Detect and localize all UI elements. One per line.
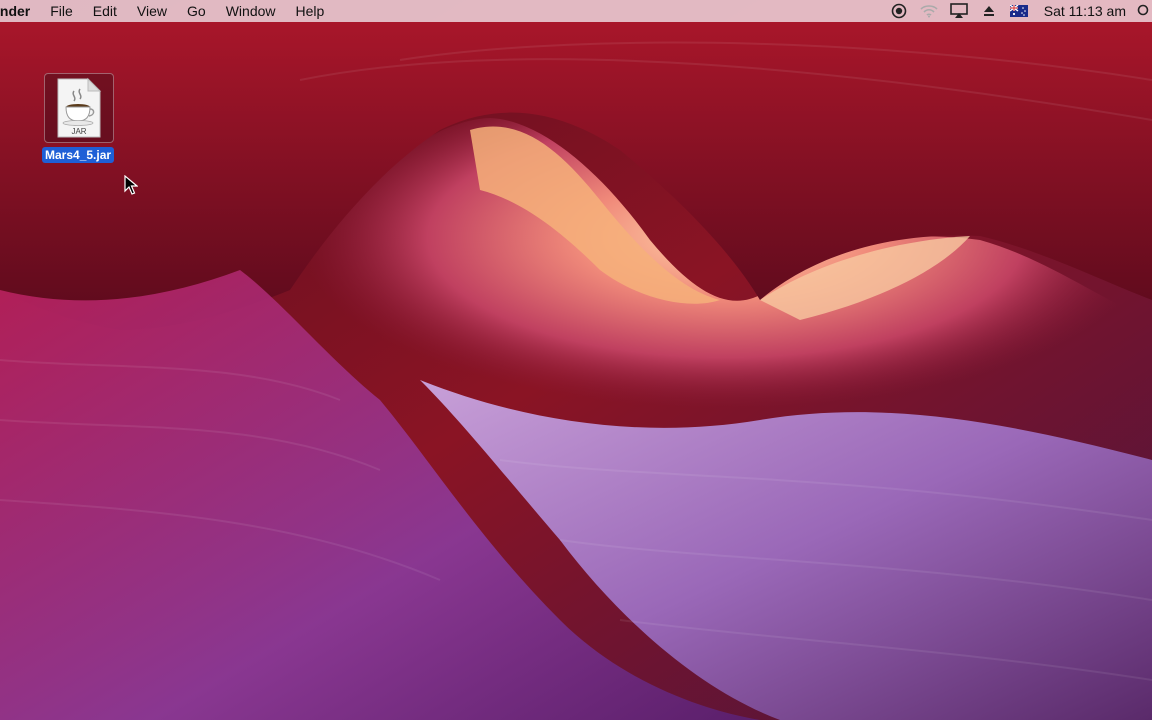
wifi-icon[interactable]	[914, 0, 944, 22]
menu-bar-status-area: Sat 11:13 am	[884, 0, 1152, 22]
spotlight-search-icon[interactable]	[1136, 0, 1152, 22]
menu-file[interactable]: File	[40, 0, 83, 22]
menu-window[interactable]: Window	[216, 0, 286, 22]
eject-icon[interactable]	[974, 0, 1004, 22]
airplay-icon[interactable]	[944, 0, 974, 22]
desktop-file-item[interactable]: JAR Mars4_5.jar	[40, 73, 120, 165]
menu-bar: inder File Edit View Go Window Help	[0, 0, 1152, 22]
desktop-wallpaper	[0, 0, 1152, 720]
menu-bar-left: inder File Edit View Go Window Help	[0, 0, 334, 22]
australia-flag-icon[interactable]	[1004, 0, 1034, 22]
menu-bar-clock[interactable]: Sat 11:13 am	[1034, 0, 1136, 22]
app-menu-finder[interactable]: inder	[0, 3, 40, 19]
java-jar-file-icon: JAR	[57, 77, 102, 138]
desktop-file-name[interactable]: Mars4_5.jar	[42, 147, 115, 163]
menu-edit[interactable]: Edit	[83, 0, 127, 22]
menu-go[interactable]: Go	[177, 0, 216, 22]
jar-file-badge: JAR	[71, 127, 86, 136]
menu-view[interactable]: View	[127, 0, 177, 22]
screen-record-icon[interactable]	[884, 0, 914, 22]
menu-help[interactable]: Help	[286, 0, 335, 22]
desktop[interactable]: inder File Edit View Go Window Help	[0, 0, 1152, 720]
mouse-pointer-icon	[124, 175, 138, 195]
